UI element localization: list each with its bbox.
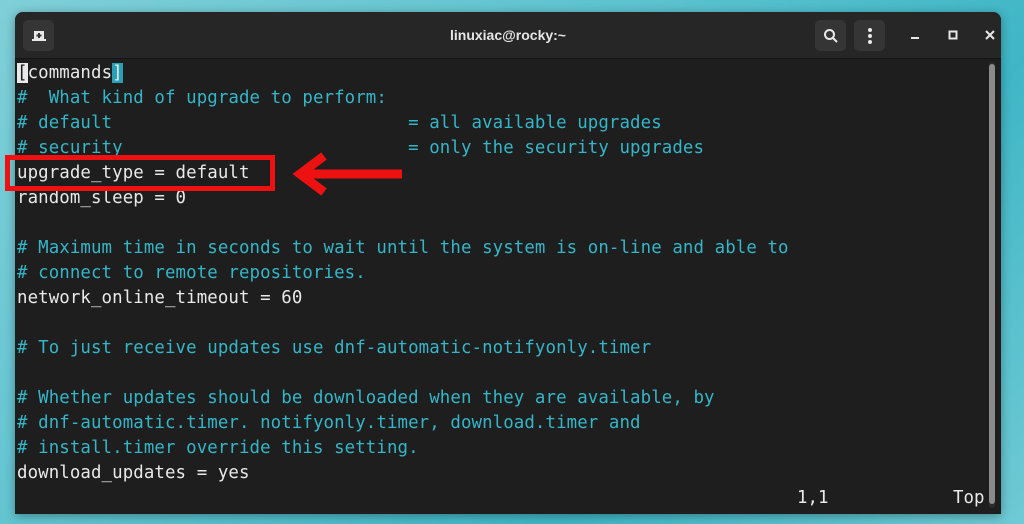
- scroll-position: Top: [953, 488, 985, 508]
- kebab-menu-icon: [867, 27, 872, 44]
- terminal-window: linuxiac@rocky:~ [commands] # What kind: [15, 12, 1001, 514]
- search-button[interactable]: [815, 20, 846, 51]
- section-name: commands: [27, 63, 113, 83]
- matching-bracket: ]: [112, 63, 123, 83]
- menu-button[interactable]: [854, 20, 885, 51]
- text-cursor: [: [17, 63, 28, 83]
- editor-line: network_online_timeout = 60: [17, 288, 303, 308]
- annotation-arrow-icon: [292, 152, 402, 196]
- editor-line: # To just receive updates use dnf-automa…: [17, 338, 652, 358]
- editor-line: # What kind of upgrade to perform:: [17, 88, 387, 108]
- close-icon: [985, 30, 995, 40]
- title-bar: linuxiac@rocky:~: [15, 12, 1001, 59]
- editor-line: download_updates = yes: [17, 463, 250, 483]
- scrollbar-thumb[interactable]: [989, 64, 995, 504]
- minimize-icon: [911, 37, 919, 39]
- minimize-button[interactable]: [904, 24, 926, 46]
- editor-line-section: [commands]: [17, 61, 123, 86]
- editor-line: # Whether updates should be downloaded w…: [17, 388, 715, 408]
- cursor-position: 1,1: [797, 488, 829, 508]
- editor-line: # connect to remote repositories.: [17, 263, 366, 283]
- editor-line: # default = all available upgrades: [17, 113, 662, 133]
- terminal-content[interactable]: [commands] # What kind of upgrade to per…: [15, 59, 981, 514]
- editor-line: # install.timer override this setting.: [17, 438, 419, 458]
- maximize-button[interactable]: [942, 24, 964, 46]
- search-icon: [823, 28, 838, 43]
- maximize-icon: [948, 30, 958, 40]
- annotation-highlight-box: [5, 155, 275, 191]
- editor-line: # Maximum time in seconds to wait until …: [17, 238, 789, 258]
- close-button[interactable]: [979, 24, 1001, 46]
- editor-line: # dnf-automatic.timer. notifyonly.timer,…: [17, 413, 641, 433]
